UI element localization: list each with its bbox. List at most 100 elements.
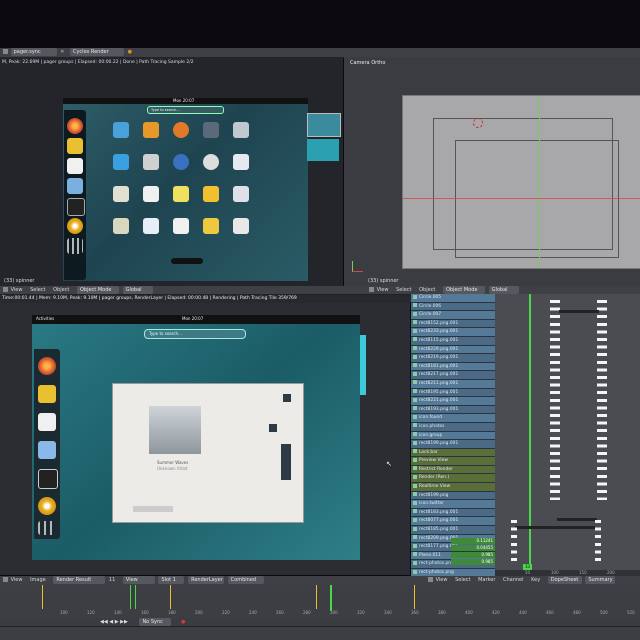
app-tile-11[interactable]	[113, 186, 129, 202]
app-tile-15[interactable]	[233, 186, 249, 202]
value-field[interactable]: 0.985	[451, 559, 495, 565]
render-terminal-icon[interactable]	[38, 469, 58, 489]
layer-select[interactable]: RenderLayer	[188, 576, 225, 584]
app-tile-8[interactable]	[173, 154, 189, 170]
visibility-icon[interactable]	[413, 526, 417, 531]
outliner-row[interactable]: rect-photos.png	[411, 569, 495, 576]
firefox-icon[interactable]	[67, 118, 83, 134]
visibility-icon[interactable]	[413, 380, 417, 385]
render-activities-label[interactable]: Activities	[36, 316, 54, 322]
app-tile-10[interactable]	[233, 154, 249, 170]
disc-icon[interactable]	[67, 218, 83, 234]
value-field[interactable]: 0.11241	[451, 538, 495, 544]
right-viewport[interactable]: Camera Ortho (33) spinner	[344, 57, 640, 286]
outliner-row[interactable]: Render (Ren.)	[411, 474, 495, 484]
outliner-row[interactable]: rect8115.png.001	[411, 336, 495, 346]
timeline[interactable]: 100 120 140 160 180 200 220 240 260 280 …	[0, 585, 640, 640]
visibility-icon[interactable]	[413, 569, 417, 574]
visibility-icon[interactable]	[413, 552, 417, 557]
show-apps-icon[interactable]	[67, 238, 83, 254]
outliner-row[interactable]: rect8219.png.001	[411, 354, 495, 363]
play-controls[interactable]: ◀◀ ◀ ▶ ▶▶	[100, 619, 128, 625]
menu-view-dopesheet[interactable]: View	[436, 576, 448, 584]
orientation-select-right[interactable]: Global	[488, 286, 519, 294]
image-editor[interactable]: Activities Mon 20:07 Type to search... S…	[0, 303, 410, 575]
visibility-icon[interactable]	[413, 311, 417, 316]
outliner-row[interactable]: rect8233.png.001	[411, 328, 495, 337]
menu-object-right[interactable]: Object	[419, 286, 435, 294]
editor-type-icon-right[interactable]	[369, 287, 374, 292]
visibility-icon[interactable]	[413, 346, 417, 351]
dopesheet-editor[interactable]: 33 50 100 150 200	[495, 294, 640, 576]
outliner-row[interactable]: Circle.005	[411, 294, 495, 303]
keyframe-marker[interactable]	[130, 585, 131, 609]
app-tile-5[interactable]	[233, 122, 249, 138]
app-page-toggle[interactable]	[171, 258, 203, 264]
visibility-icon[interactable]	[413, 363, 417, 368]
value-field[interactable]: 0.985	[451, 552, 495, 558]
outliner-row[interactable]: rect8217.png.001	[411, 371, 495, 380]
visibility-icon[interactable]	[413, 371, 417, 376]
visibility-icon[interactable]	[413, 294, 417, 299]
visibility-icon[interactable]	[413, 474, 417, 479]
mode-select[interactable]: Object Mode	[76, 286, 119, 294]
app-tile-3[interactable]	[173, 122, 189, 138]
outliner-row[interactable]: rect8195.png.001	[411, 388, 495, 398]
player-controls[interactable]	[133, 506, 173, 512]
outliner-row[interactable]: Circle.007	[411, 311, 495, 320]
app-tile-14[interactable]	[203, 186, 219, 202]
visibility-icon[interactable]	[413, 535, 417, 540]
render-gedit-icon[interactable]	[38, 413, 56, 431]
outliner-row[interactable]: Restrict Render	[411, 465, 495, 475]
workspace-thumbnail-1[interactable]	[307, 113, 341, 137]
outliner-row[interactable]: icon.found	[411, 414, 495, 423]
app-tile-7[interactable]	[143, 154, 159, 170]
record-icon[interactable]: ●	[181, 619, 185, 625]
app-tile-6[interactable]	[113, 154, 129, 170]
dopesheet-mode-select[interactable]: DopeSheet	[547, 576, 582, 584]
workspace-thumbnail-2[interactable]	[307, 139, 339, 161]
outliner-row[interactable]: Lock.bar	[411, 448, 495, 458]
keyframe-marker[interactable]	[316, 585, 317, 609]
keyframe-marker[interactable]	[135, 585, 136, 609]
visibility-icon[interactable]	[413, 517, 417, 522]
visibility-icon[interactable]	[413, 543, 417, 548]
left-viewport[interactable]: M, Peak: 22.69M | pager groups | Elapsed…	[0, 57, 343, 286]
outliner-row[interactable]: rect8211.png.001	[411, 379, 495, 389]
menu-view-right[interactable]: View	[377, 286, 389, 294]
keyframe-marker[interactable]	[42, 585, 43, 609]
orientation-select[interactable]: Global	[122, 286, 153, 294]
gnome-search-input[interactable]: Type to search...	[147, 106, 224, 114]
visibility-icon[interactable]	[413, 337, 417, 342]
menu-select-dopesheet[interactable]: Select	[455, 576, 470, 584]
gedit-icon[interactable]	[67, 158, 83, 174]
menu-channel[interactable]: Channel	[503, 576, 524, 584]
outliner-row[interactable]: rect8221.png.001	[411, 397, 495, 406]
render-disc-icon[interactable]	[38, 497, 56, 515]
app-tile-2[interactable]	[143, 122, 159, 138]
3d-cursor-icon[interactable]	[473, 118, 483, 128]
visibility-icon[interactable]	[413, 440, 417, 445]
outliner-row[interactable]: Realtime View	[411, 483, 495, 492]
close-scene-icon[interactable]: ✕	[60, 49, 64, 55]
visibility-icon[interactable]	[413, 389, 417, 394]
outliner-row[interactable]: rect8199.png	[411, 491, 495, 501]
visibility-icon[interactable]	[413, 466, 417, 471]
menu-key[interactable]: Key	[531, 576, 540, 584]
outliner-row[interactable]: rect8181.png.001	[411, 362, 495, 372]
keyframe-marker[interactable]	[414, 585, 415, 609]
visibility-icon[interactable]	[413, 449, 417, 454]
outliner-row[interactable]: rect8183.png.001	[411, 508, 495, 518]
slot-select[interactable]: Slot 1	[158, 576, 185, 584]
summary-toggle[interactable]: Summary	[585, 576, 616, 584]
pass-select[interactable]: Combined	[227, 576, 264, 584]
outliner-panel[interactable]: Circle.005 Circle.006 Circle.007 rect8152.p…	[411, 294, 495, 576]
app-tile-18[interactable]	[173, 218, 189, 234]
render-rhythmbox-icon[interactable]	[38, 385, 56, 403]
outliner-row[interactable]: icon.group	[411, 431, 495, 441]
app-tile-4[interactable]	[203, 122, 219, 138]
files-icon[interactable]	[67, 178, 83, 194]
outliner-row[interactable]: icon.twitter	[411, 500, 495, 509]
render-search-input[interactable]: Type to search...	[144, 329, 246, 339]
visibility-icon[interactable]	[413, 303, 417, 308]
